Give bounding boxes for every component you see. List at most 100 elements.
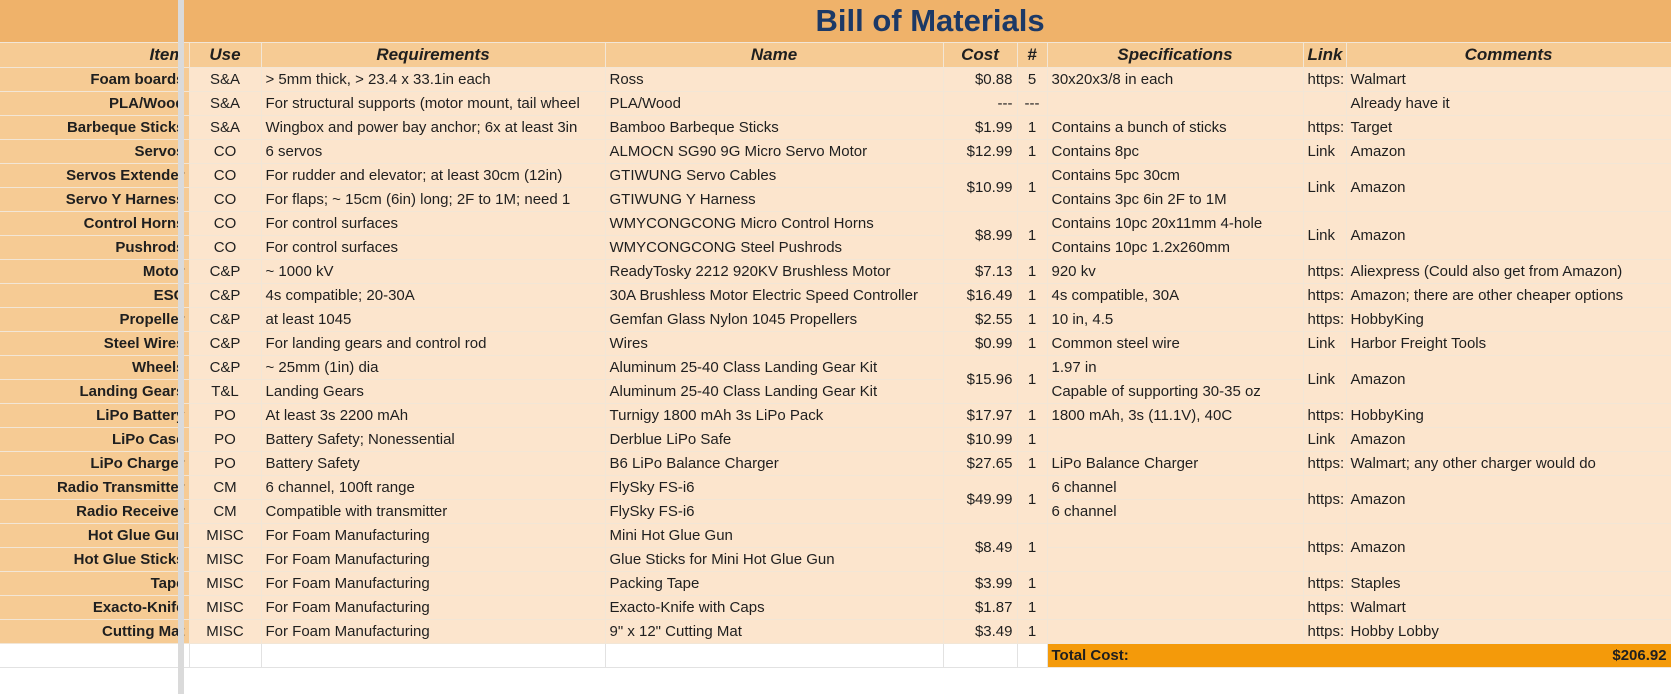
blank-cell[interactable] xyxy=(189,643,262,668)
link-cell[interactable]: https: xyxy=(1303,523,1347,572)
comments-cell[interactable]: Amazon xyxy=(1346,523,1671,572)
requirements-cell[interactable]: For Foam Manufacturing xyxy=(261,523,606,548)
link-cell[interactable]: Link xyxy=(1303,331,1347,356)
requirements-cell[interactable]: For control surfaces xyxy=(261,235,606,260)
cost-cell[interactable]: $0.88 xyxy=(943,67,1018,92)
use-cell[interactable]: CO xyxy=(189,139,262,164)
header-specifications[interactable]: Specifications xyxy=(1047,42,1304,68)
item-cell[interactable]: Servos xyxy=(0,139,190,164)
link-cell[interactable]: Link xyxy=(1303,355,1347,404)
cost-cell[interactable]: $0.99 xyxy=(943,331,1018,356)
requirements-cell[interactable]: at least 1045 xyxy=(261,307,606,332)
link-text[interactable]: Link xyxy=(1308,431,1336,448)
link-text[interactable]: https: xyxy=(1308,287,1345,304)
item-cell[interactable]: LiPo Charger xyxy=(0,451,190,476)
item-cell[interactable]: Servo Y Harness xyxy=(0,187,190,212)
total-cost-spacer[interactable] xyxy=(1303,643,1346,668)
item-cell[interactable]: Pushrods xyxy=(0,235,190,260)
requirements-cell[interactable]: Compatible with transmitter xyxy=(261,499,606,524)
link-text[interactable]: https: xyxy=(1308,71,1345,88)
item-cell[interactable]: Hot Glue Gun xyxy=(0,523,190,548)
link-text[interactable]: Link xyxy=(1308,227,1336,244)
specifications-cell[interactable] xyxy=(1047,547,1304,572)
requirements-cell[interactable]: ~ 25mm (1in) dia xyxy=(261,355,606,380)
total-cost-value[interactable]: $206.92 xyxy=(1346,643,1671,668)
cost-cell[interactable]: $8.99 xyxy=(943,211,1018,260)
link-text[interactable]: https: xyxy=(1308,311,1345,328)
requirements-cell[interactable]: Wingbox and power bay anchor; 6x at leas… xyxy=(261,115,606,140)
cost-cell[interactable]: $10.99 xyxy=(943,427,1018,452)
link-cell[interactable] xyxy=(1303,91,1347,116)
requirements-cell[interactable]: At least 3s 2200 mAh xyxy=(261,403,606,428)
qty-cell[interactable]: 1 xyxy=(1017,139,1048,164)
qty-cell[interactable]: 1 xyxy=(1017,523,1048,572)
item-cell[interactable]: PLA/Wood xyxy=(0,91,190,116)
cost-cell[interactable]: $10.99 xyxy=(943,163,1018,212)
name-cell[interactable]: ALMOCN SG90 9G Micro Servo Motor xyxy=(605,139,944,164)
blank-cell[interactable] xyxy=(1017,643,1048,668)
link-cell[interactable]: https: xyxy=(1303,259,1347,284)
specifications-cell[interactable]: Contains 8pc xyxy=(1047,139,1304,164)
link-cell[interactable]: https: xyxy=(1303,403,1347,428)
name-cell[interactable]: 9" x 12" Cutting Mat xyxy=(605,619,944,644)
qty-cell[interactable]: 1 xyxy=(1017,595,1048,620)
item-cell[interactable]: Exacto-Knife xyxy=(0,595,190,620)
name-cell[interactable]: Derblue LiPo Safe xyxy=(605,427,944,452)
total-cost-label[interactable]: Total Cost: xyxy=(1047,643,1303,668)
comments-cell[interactable]: Amazon; there are other cheaper options xyxy=(1346,283,1671,308)
specifications-cell[interactable]: 1800 mAh, 3s (11.1V), 40C xyxy=(1047,403,1304,428)
blank-cell[interactable] xyxy=(261,643,606,668)
name-cell[interactable]: Wires xyxy=(605,331,944,356)
link-text[interactable]: Link xyxy=(1308,371,1336,388)
cost-cell[interactable]: --- xyxy=(943,91,1018,116)
link-cell[interactable]: https: xyxy=(1303,619,1347,644)
comments-cell[interactable]: Amazon xyxy=(1346,139,1671,164)
link-text[interactable]: https: xyxy=(1308,599,1345,616)
cost-cell[interactable]: $7.13 xyxy=(943,259,1018,284)
name-cell[interactable]: FlySky FS-i6 xyxy=(605,475,944,500)
comments-cell[interactable]: Amazon xyxy=(1346,355,1671,404)
comments-cell[interactable]: Amazon xyxy=(1346,163,1671,212)
cost-cell[interactable]: $16.49 xyxy=(943,283,1018,308)
item-cell[interactable]: LiPo Case xyxy=(0,427,190,452)
use-cell[interactable]: CM xyxy=(189,475,262,500)
use-cell[interactable]: PO xyxy=(189,427,262,452)
cost-cell[interactable]: $12.99 xyxy=(943,139,1018,164)
comments-cell[interactable]: Target xyxy=(1346,115,1671,140)
comments-cell[interactable]: Staples xyxy=(1346,571,1671,596)
item-cell[interactable]: Control Horns xyxy=(0,211,190,236)
use-cell[interactable]: C&P xyxy=(189,307,262,332)
cost-cell[interactable]: $17.97 xyxy=(943,403,1018,428)
name-cell[interactable]: ReadyTosky 2212 920KV Brushless Motor xyxy=(605,259,944,284)
comments-cell[interactable]: Walmart xyxy=(1346,595,1671,620)
link-text[interactable]: https: xyxy=(1308,119,1345,136)
link-text[interactable]: https: xyxy=(1308,575,1345,592)
requirements-cell[interactable]: Battery Safety; Nonessential xyxy=(261,427,606,452)
cost-cell[interactable]: $2.55 xyxy=(943,307,1018,332)
use-cell[interactable]: CO xyxy=(189,235,262,260)
specifications-cell[interactable]: Common steel wire xyxy=(1047,331,1304,356)
item-cell[interactable]: Foam boards xyxy=(0,67,190,92)
qty-cell[interactable]: 1 xyxy=(1017,619,1048,644)
specifications-cell[interactable]: 6 channel xyxy=(1047,499,1304,524)
link-cell[interactable]: https: xyxy=(1303,283,1347,308)
qty-cell[interactable]: 1 xyxy=(1017,403,1048,428)
qty-cell[interactable]: 1 xyxy=(1017,283,1048,308)
item-cell[interactable]: Propeller xyxy=(0,307,190,332)
qty-cell[interactable]: 1 xyxy=(1017,571,1048,596)
name-cell[interactable]: FlySky FS-i6 xyxy=(605,499,944,524)
specifications-cell[interactable]: LiPo Balance Charger xyxy=(1047,451,1304,476)
use-cell[interactable]: MISC xyxy=(189,547,262,572)
qty-cell[interactable]: 1 xyxy=(1017,331,1048,356)
specifications-cell[interactable] xyxy=(1047,427,1304,452)
requirements-cell[interactable]: For Foam Manufacturing xyxy=(261,595,606,620)
specifications-cell[interactable]: 30x20x3/8 in each xyxy=(1047,67,1304,92)
name-cell[interactable]: Glue Sticks for Mini Hot Glue Gun xyxy=(605,547,944,572)
qty-cell[interactable]: 1 xyxy=(1017,355,1048,404)
header-item[interactable]: Item xyxy=(0,42,190,68)
name-cell[interactable]: WMYCONGCONG Steel Pushrods xyxy=(605,235,944,260)
comments-cell[interactable]: Amazon xyxy=(1346,211,1671,260)
comments-cell[interactable]: Hobby Lobby xyxy=(1346,619,1671,644)
comments-cell[interactable]: Harbor Freight Tools xyxy=(1346,331,1671,356)
requirements-cell[interactable]: For control surfaces xyxy=(261,211,606,236)
